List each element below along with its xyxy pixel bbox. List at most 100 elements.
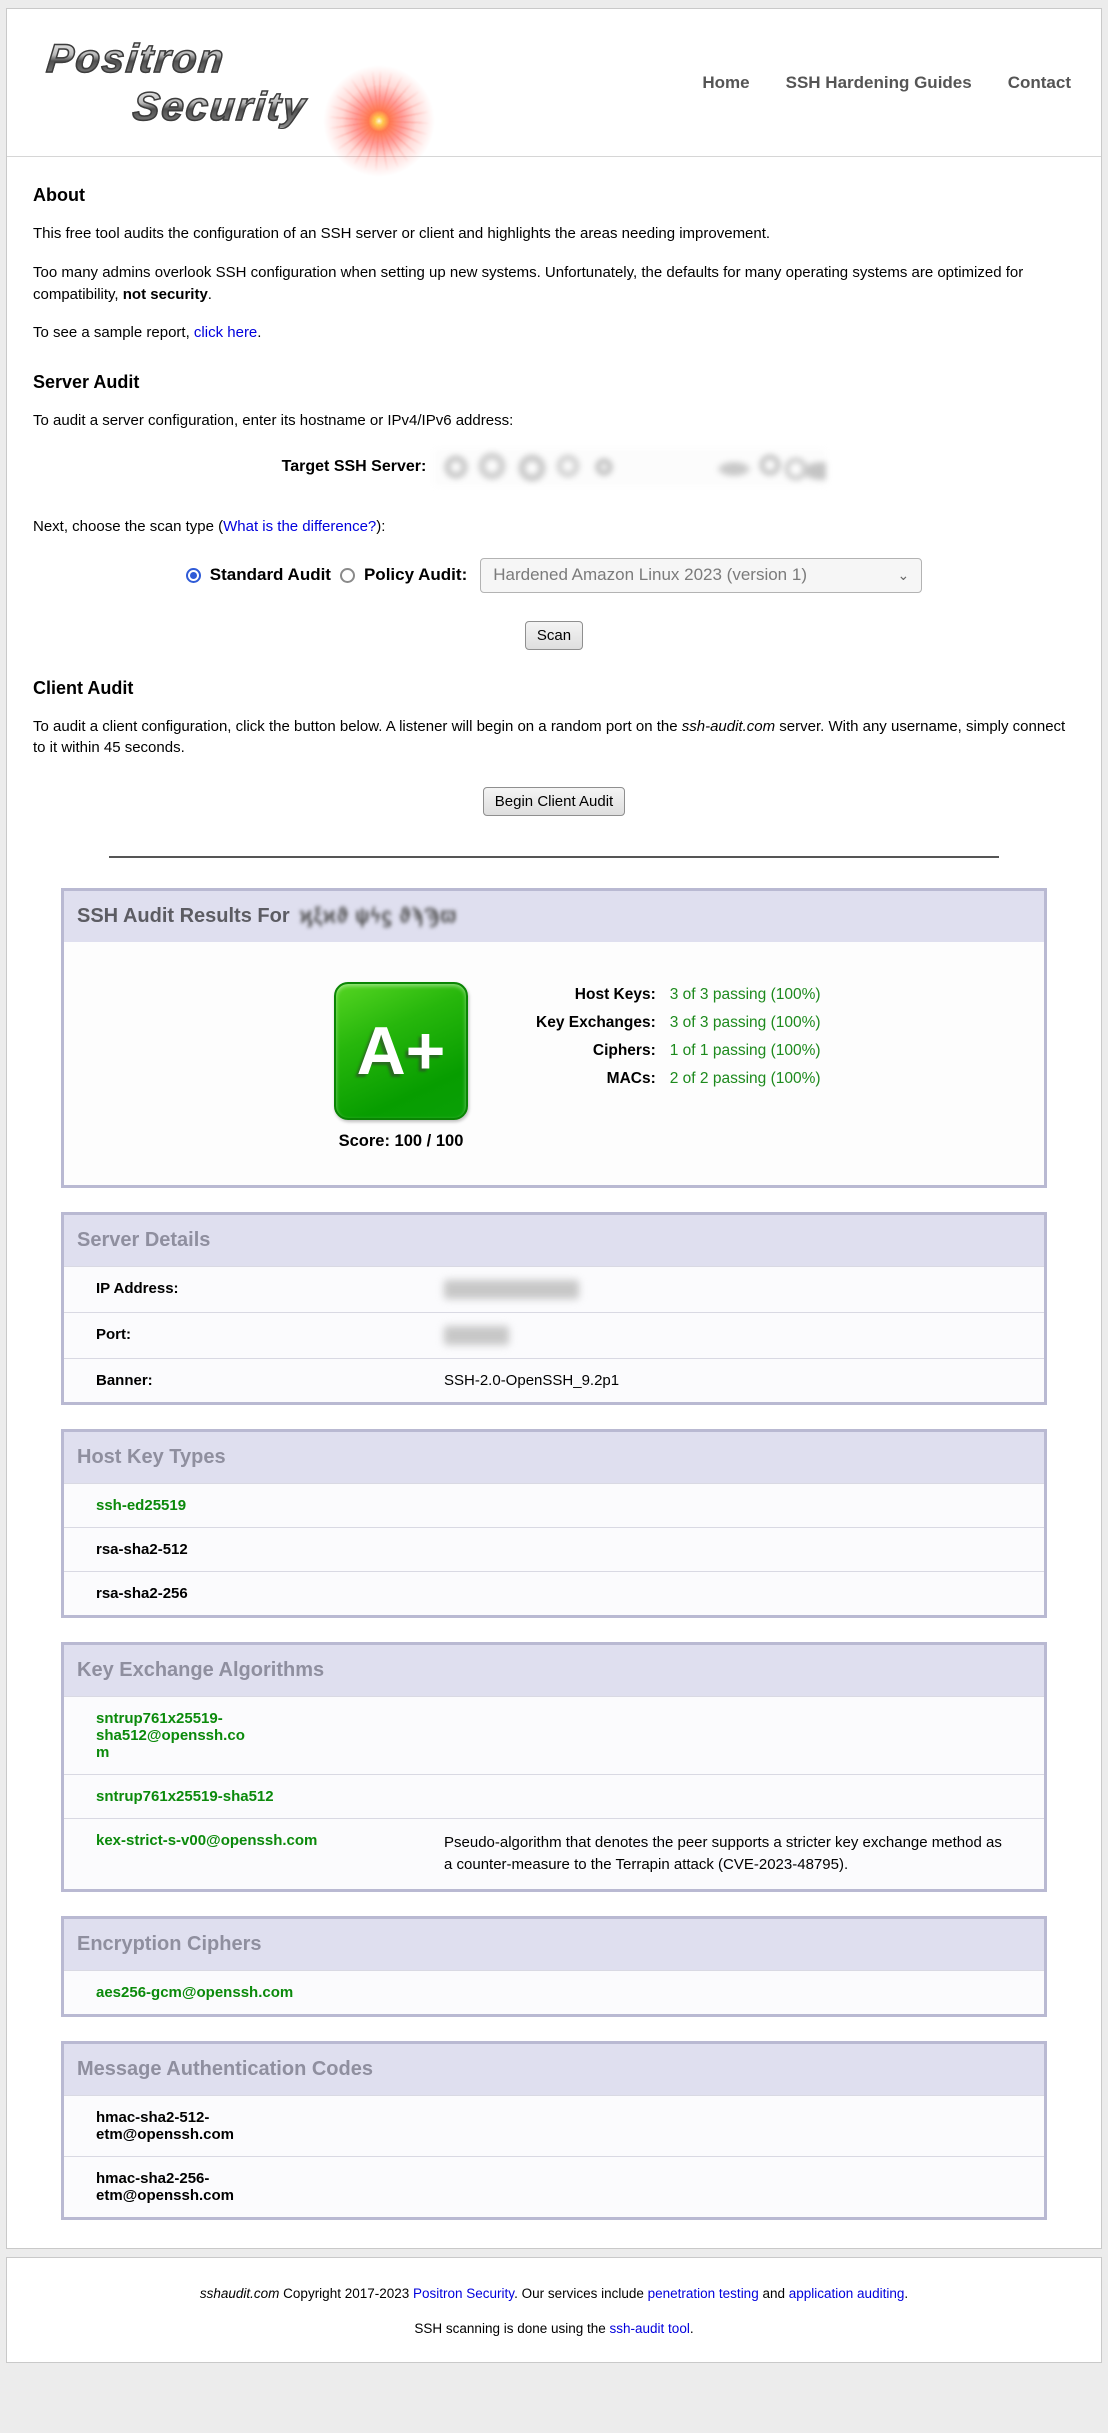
table-row: Port: (64, 1312, 1044, 1358)
stat-label-key-exchanges: Key Exchanges: (536, 1014, 656, 1032)
policy-audit-radio[interactable] (340, 568, 355, 583)
kex-algorithm-name: sntrup761x25519-sha512 (96, 1788, 1044, 1805)
redaction-blob (444, 1280, 579, 1299)
stat-value-key-exchanges: 3 of 3 passing (100%) (670, 1014, 821, 1032)
kex-algorithm-name: sntrup761x25519-sha512@openssh.com (96, 1710, 258, 1761)
list-item: ssh-ed25519 (64, 1483, 1044, 1527)
score-text: Score: 100 / 100 (326, 1132, 476, 1151)
list-item: sntrup761x25519-sha512@openssh.com (64, 1696, 1044, 1774)
stat-label-ciphers: Ciphers: (536, 1042, 656, 1060)
scan-button[interactable]: Scan (525, 621, 583, 650)
footer-copyright-text: Copyright 2017-2023 (279, 2286, 413, 2301)
penetration-testing-link[interactable]: penetration testing (648, 2286, 759, 2301)
footer-scanning-text: SSH scanning is done using the (414, 2321, 609, 2336)
host-key-types-panel: Host Key Types ssh-ed25519 rsa-sha2-512 … (61, 1429, 1047, 1618)
list-item: hmac-sha2-512-etm@openssh.com (64, 2095, 1044, 2156)
footer-line-1: sshaudit.com Copyright 2017-2023 Positro… (27, 2286, 1081, 2301)
mac-name: hmac-sha2-256-etm@openssh.com (96, 2170, 258, 2204)
host-key-name: rsa-sha2-512 (96, 1541, 1044, 1558)
about-paragraph-1: This free tool audits the configuration … (33, 223, 1075, 245)
banner-value: SSH-2.0-OpenSSH_9.2p1 (444, 1372, 1044, 1389)
host-key-name: rsa-sha2-256 (96, 1585, 1044, 1602)
table-row: Banner: SSH-2.0-OpenSSH_9.2p1 (64, 1358, 1044, 1402)
stat-value-macs: 2 of 2 passing (100%) (670, 1070, 821, 1088)
list-item: aes256-gcm@openssh.com (64, 1970, 1044, 2014)
policy-select[interactable]: Hardened Amazon Linux 2023 (version 1) ⌄ (480, 558, 922, 593)
macs-header: Message Authentication Codes (64, 2044, 1044, 2095)
target-server-row: Target SSH Server: (33, 449, 1075, 486)
stat-value-ciphers: 1 of 1 passing (100%) (670, 1042, 821, 1060)
positron-security-link[interactable]: Positron Security (413, 2286, 514, 2301)
footer-site-name: sshaudit.com (200, 2286, 280, 2301)
client-audit-text: To audit a client configuration, click t… (33, 718, 682, 735)
scan-type-suffix: ): (376, 518, 385, 535)
about-heading: About (33, 185, 1075, 206)
stat-label-host-keys: Host Keys: (536, 986, 656, 1004)
ip-address-label: IP Address: (96, 1280, 444, 1299)
chevron-down-icon: ⌄ (898, 568, 910, 582)
footer-and-text: and (759, 2286, 789, 2301)
results-panel-header: SSH Audit Results For ϗξϰϑ ψϟϛ ϑϡϠϖ (64, 891, 1044, 942)
sample-report-link[interactable]: click here (194, 324, 257, 341)
kex-algorithm-description: Pseudo-algorithm that denotes the peer s… (444, 1832, 1044, 1876)
positron-security-logo: Positron Security (33, 35, 433, 147)
main-page-card: Positron Security Home SSH Hardening Gui… (6, 8, 1102, 2249)
server-audit-intro: To audit a server configuration, enter i… (33, 410, 1075, 432)
port-label: Port: (96, 1326, 444, 1345)
list-item: kex-strict-s-v00@openssh.com Pseudo-algo… (64, 1818, 1044, 1889)
nav-ssh-hardening-guides[interactable]: SSH Hardening Guides (786, 73, 972, 93)
page-content: About This free tool audits the configur… (7, 185, 1101, 2248)
client-audit-paragraph: To audit a client configuration, click t… (33, 716, 1075, 760)
banner-label: Banner: (96, 1372, 444, 1389)
footer-scanning-period: . (690, 2321, 694, 2336)
list-item: rsa-sha2-256 (64, 1571, 1044, 1615)
scan-button-row: Scan (33, 621, 1075, 650)
grade-badge: A+ (334, 982, 468, 1120)
table-row: IP Address: (64, 1266, 1044, 1312)
results-separator (109, 856, 999, 858)
about-paragraph-3: To see a sample report, click here. (33, 322, 1075, 344)
logo-word-security: Security (131, 87, 309, 127)
sample-report-text: To see a sample report, (33, 324, 194, 341)
about-p2-bold: not security (123, 286, 208, 303)
sample-report-suffix: . (257, 324, 261, 341)
policy-select-value: Hardened Amazon Linux 2023 (version 1) (493, 565, 807, 585)
kex-algorithm-name: kex-strict-s-v00@openssh.com (96, 1832, 444, 1876)
redacted-hostname: ϗξϰϑ ψϟϛ ϑϡϠϖ (300, 904, 458, 929)
policy-audit-label[interactable]: Policy Audit: (364, 565, 467, 585)
mac-name: hmac-sha2-512-etm@openssh.com (96, 2109, 258, 2143)
footer-period: . (904, 2286, 908, 2301)
ip-address-value-redacted (444, 1280, 1044, 1299)
footer: sshaudit.com Copyright 2017-2023 Positro… (6, 2257, 1102, 2363)
scan-type-line: Next, choose the scan type (What is the … (33, 516, 1075, 538)
cipher-name: aes256-gcm@openssh.com (96, 1984, 1044, 2001)
about-paragraph-2: Too many admins overlook SSH configurati… (33, 262, 1075, 306)
application-auditing-link[interactable]: application auditing (789, 2286, 905, 2301)
key-exchange-header: Key Exchange Algorithms (64, 1645, 1044, 1696)
results-title: SSH Audit Results For (77, 905, 290, 928)
scan-type-difference-link[interactable]: What is the difference? (223, 518, 376, 535)
standard-audit-label[interactable]: Standard Audit (210, 565, 331, 585)
ssh-audit-results-panel: SSH Audit Results For ϗξϰϑ ψϟϛ ϑϡϠϖ A+ S… (61, 888, 1047, 1188)
begin-client-audit-button[interactable]: Begin Client Audit (483, 787, 625, 816)
nav-home[interactable]: Home (702, 73, 749, 93)
target-server-input-redacted[interactable] (434, 449, 826, 486)
stat-value-host-keys: 3 of 3 passing (100%) (670, 986, 821, 1004)
logo-word-positron: Positron (45, 39, 227, 79)
key-exchange-panel: Key Exchange Algorithms sntrup761x25519-… (61, 1642, 1047, 1892)
main-nav: Home SSH Hardening Guides Contact (702, 35, 1071, 93)
ssh-audit-tool-link[interactable]: ssh-audit tool (610, 2321, 690, 2336)
results-stats: Host Keys: 3 of 3 passing (100%) Key Exc… (536, 986, 821, 1151)
client-audit-site-em: ssh-audit.com (682, 718, 775, 735)
footer-services-text: . Our services include (514, 2286, 648, 2301)
host-key-types-header: Host Key Types (64, 1432, 1044, 1483)
nav-contact[interactable]: Contact (1008, 73, 1071, 93)
host-key-name: ssh-ed25519 (96, 1497, 1044, 1514)
redaction-blob (444, 1326, 509, 1345)
scan-type-options-row: Standard Audit Policy Audit: Hardened Am… (33, 558, 1075, 593)
standard-audit-radio[interactable] (186, 568, 201, 583)
footer-line-2: SSH scanning is done using the ssh-audit… (27, 2321, 1081, 2336)
starburst-icon (321, 63, 437, 179)
target-server-label: Target SSH Server: (282, 458, 427, 476)
stat-label-macs: MACs: (536, 1070, 656, 1088)
